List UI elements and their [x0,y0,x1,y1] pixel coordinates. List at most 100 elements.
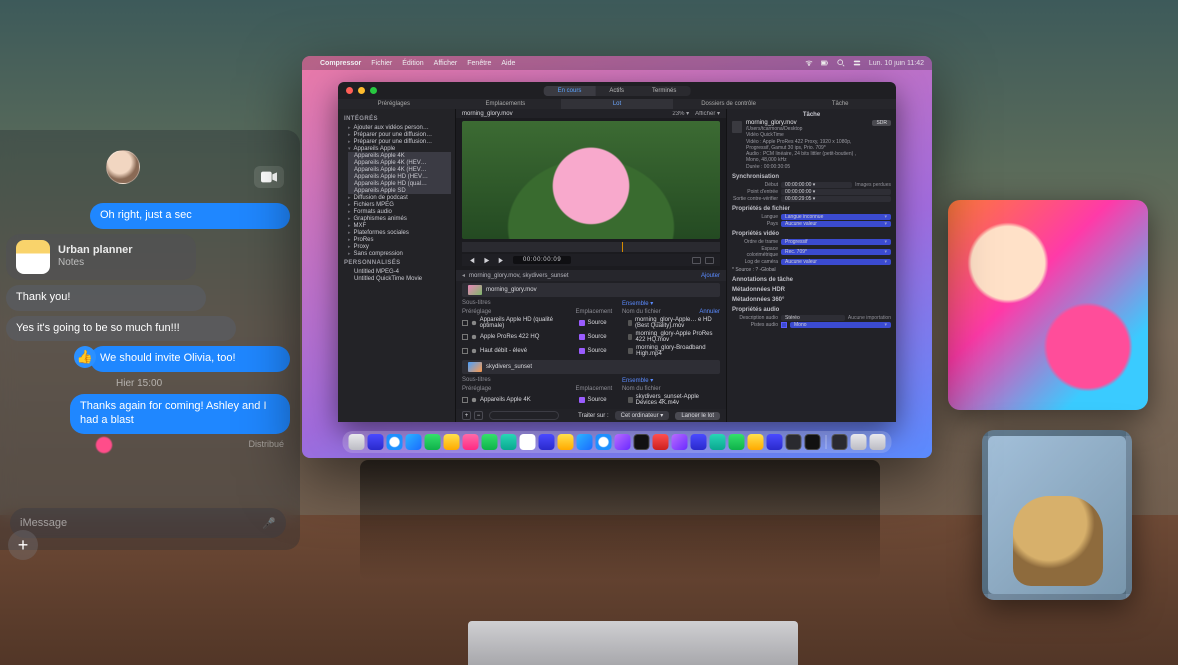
new-message-button[interactable]: + [8,530,38,560]
minimize-button[interactable] [358,87,365,94]
sidebar-item[interactable]: Fichiers MPEG [348,201,451,208]
batch-job-row[interactable]: Appareils Apple HD (qualité optimale) So… [456,316,726,330]
tab-current[interactable]: En cours [544,86,596,96]
dock-app-safari[interactable] [387,434,403,450]
dictation-icon[interactable]: 🎤 [262,517,276,530]
received-bubble[interactable]: Yes it's going to be so much fun!!! [6,316,236,342]
sidebar-item[interactable]: Untitled QuickTime Movie [348,275,451,282]
batch-clip[interactable]: morning_glory.mov [462,283,720,297]
menu-item[interactable]: Fichier [371,60,392,67]
timeline[interactable] [462,242,720,252]
batch-job-row[interactable]: Apple ProRes 422 HQ Source morning_glory… [456,330,726,344]
remove-job-button[interactable]: − [474,411,483,420]
sidebar-item[interactable]: Ajouter aux vidéos person… [348,124,451,131]
sidebar-item[interactable]: Plateformes sociales [348,229,451,236]
dock-app-calendar[interactable] [520,434,536,450]
process-target-dropdown[interactable]: Cet ordinateur ▾ [615,411,670,420]
dropdown[interactable]: Stéréo [781,315,845,321]
dock-app[interactable] [368,434,384,450]
tab-completed[interactable]: Terminés [638,86,690,96]
sidebar-item[interactable]: Appareils Apple 4K (HEV… [348,159,451,166]
dock-app-facetime[interactable] [482,434,498,450]
wifi-icon[interactable] [805,59,813,67]
dropdown[interactable]: Aucune valeur▾ [781,221,891,227]
batch-clip[interactable]: skydivers_sunset [462,360,720,374]
close-button[interactable] [346,87,353,94]
sidebar-item[interactable]: Préparer pour une diffusion… [348,131,451,138]
preset-sidebar[interactable]: INTÉGRÉS Ajouter aux vidéos person… Prép… [338,109,456,422]
sent-bubble[interactable]: Oh right, just a sec [90,203,290,229]
compose-field[interactable]: iMessage 🎤 [10,508,286,538]
dropdown[interactable]: Mono▾ [790,322,891,328]
scope-mode-icon[interactable] [705,257,714,264]
dock[interactable] [343,431,892,453]
sidebar-item[interactable]: Appareils Apple [348,145,451,152]
dock-app[interactable] [710,434,726,450]
contact-avatar[interactable] [106,150,140,184]
thumbs-up-reaction[interactable]: 👍 [74,346,96,368]
checkbox[interactable] [781,322,787,328]
menu-item[interactable]: Fenêtre [467,60,491,67]
floating-photo-colorful[interactable] [948,200,1148,410]
heart-reaction[interactable] [94,435,114,455]
tc-field[interactable]: 00:00:00:00 ▾ [781,189,891,195]
dropdown[interactable]: Aucune valeur▾ [781,259,891,265]
sidebar-item[interactable]: Appareils Apple HD (HEV… [348,173,451,180]
batch-job-row[interactable]: Appareils Apple 4K Source skydivers_suns… [456,393,726,407]
sidebar-item[interactable]: Appareils Apple 4K (HEV… [348,166,451,173]
menu-item[interactable]: Aide [501,60,515,67]
zoom-dropdown[interactable]: 23% ▾ [672,110,689,117]
dock-app[interactable] [501,434,517,450]
sidebar-item[interactable]: Appareils Apple SD [348,187,451,194]
dock-app[interactable] [577,434,593,450]
dock-app[interactable] [615,434,631,450]
received-bubble[interactable]: Thank you! [6,285,206,311]
menu-clock[interactable]: Lun. 10 juin 11:42 [869,60,924,67]
battery-icon[interactable] [821,59,829,67]
subtab-watch[interactable]: Dossiers de contrôle [673,99,785,109]
secondary-tabs[interactable]: Préréglages Emplacements Lot Dossiers de… [338,99,896,109]
dock-app[interactable] [832,434,848,450]
playhead[interactable] [622,242,623,252]
sidebar-item[interactable]: ProRes [348,236,451,243]
dock-app[interactable] [463,434,479,450]
subtab-locations[interactable]: Emplacements [450,99,562,109]
sidebar-item[interactable]: Formats audio [348,208,451,215]
dropdown[interactable]: Langue inconnue▾ [781,214,891,220]
dock-app-notes[interactable] [558,434,574,450]
batch-crumb[interactable]: morning_glory.mov, skydivers_sunset [469,273,568,279]
batch-add-link[interactable]: Ajouter [701,273,720,279]
add-job-button[interactable]: + [462,411,471,420]
view-dropdown[interactable]: Afficher ▾ [695,110,720,117]
cancel-link[interactable]: Annuler [699,309,720,315]
start-batch-button[interactable]: Lancer le lot [675,412,720,420]
sidebar-item[interactable]: Sans compression [348,250,451,257]
sidebar-item[interactable]: Diffusion de podcast [348,194,451,201]
zoom-button[interactable] [370,87,377,94]
control-center-icon[interactable] [853,59,861,67]
mac-virtual-display[interactable]: Compressor Fichier Édition Afficher Fenê… [302,56,932,458]
sidebar-item[interactable]: Proxy [348,243,451,250]
dock-app-numbers[interactable] [729,434,745,450]
compare-mode-icon[interactable] [692,257,701,264]
sidebar-item[interactable]: MXF [348,222,451,229]
sidebar-item[interactable]: Graphismes animés [348,215,451,222]
dock-app[interactable] [444,434,460,450]
batch-job-row[interactable]: Haut débit - élevé Source morning_glory-… [456,344,726,358]
dock-app[interactable] [596,434,612,450]
menu-bar[interactable]: Compressor Fichier Édition Afficher Fenê… [302,56,932,70]
sidebar-item[interactable]: Appareils Apple 4K [348,152,451,159]
next-frame-icon[interactable] [498,257,505,264]
search-icon[interactable] [837,59,845,67]
prev-frame-icon[interactable] [468,257,475,264]
batch-search[interactable] [489,411,559,420]
sidebar-item[interactable]: Appareils Apple HD (qual… [348,180,451,187]
dock-app-appstore[interactable] [691,434,707,450]
subtab-batch[interactable]: Lot [561,99,673,109]
dock-app-music[interactable] [653,434,669,450]
messages-window[interactable]: Oh right, just a sec Urban planner Notes… [0,130,300,550]
subtab-presets[interactable]: Préréglages [338,99,450,109]
dropdown[interactable]: Rec. 709*▾ [781,249,891,255]
tab-active[interactable]: Actifs [595,86,638,96]
notes-attachment[interactable]: Urban planner Notes [6,234,196,280]
